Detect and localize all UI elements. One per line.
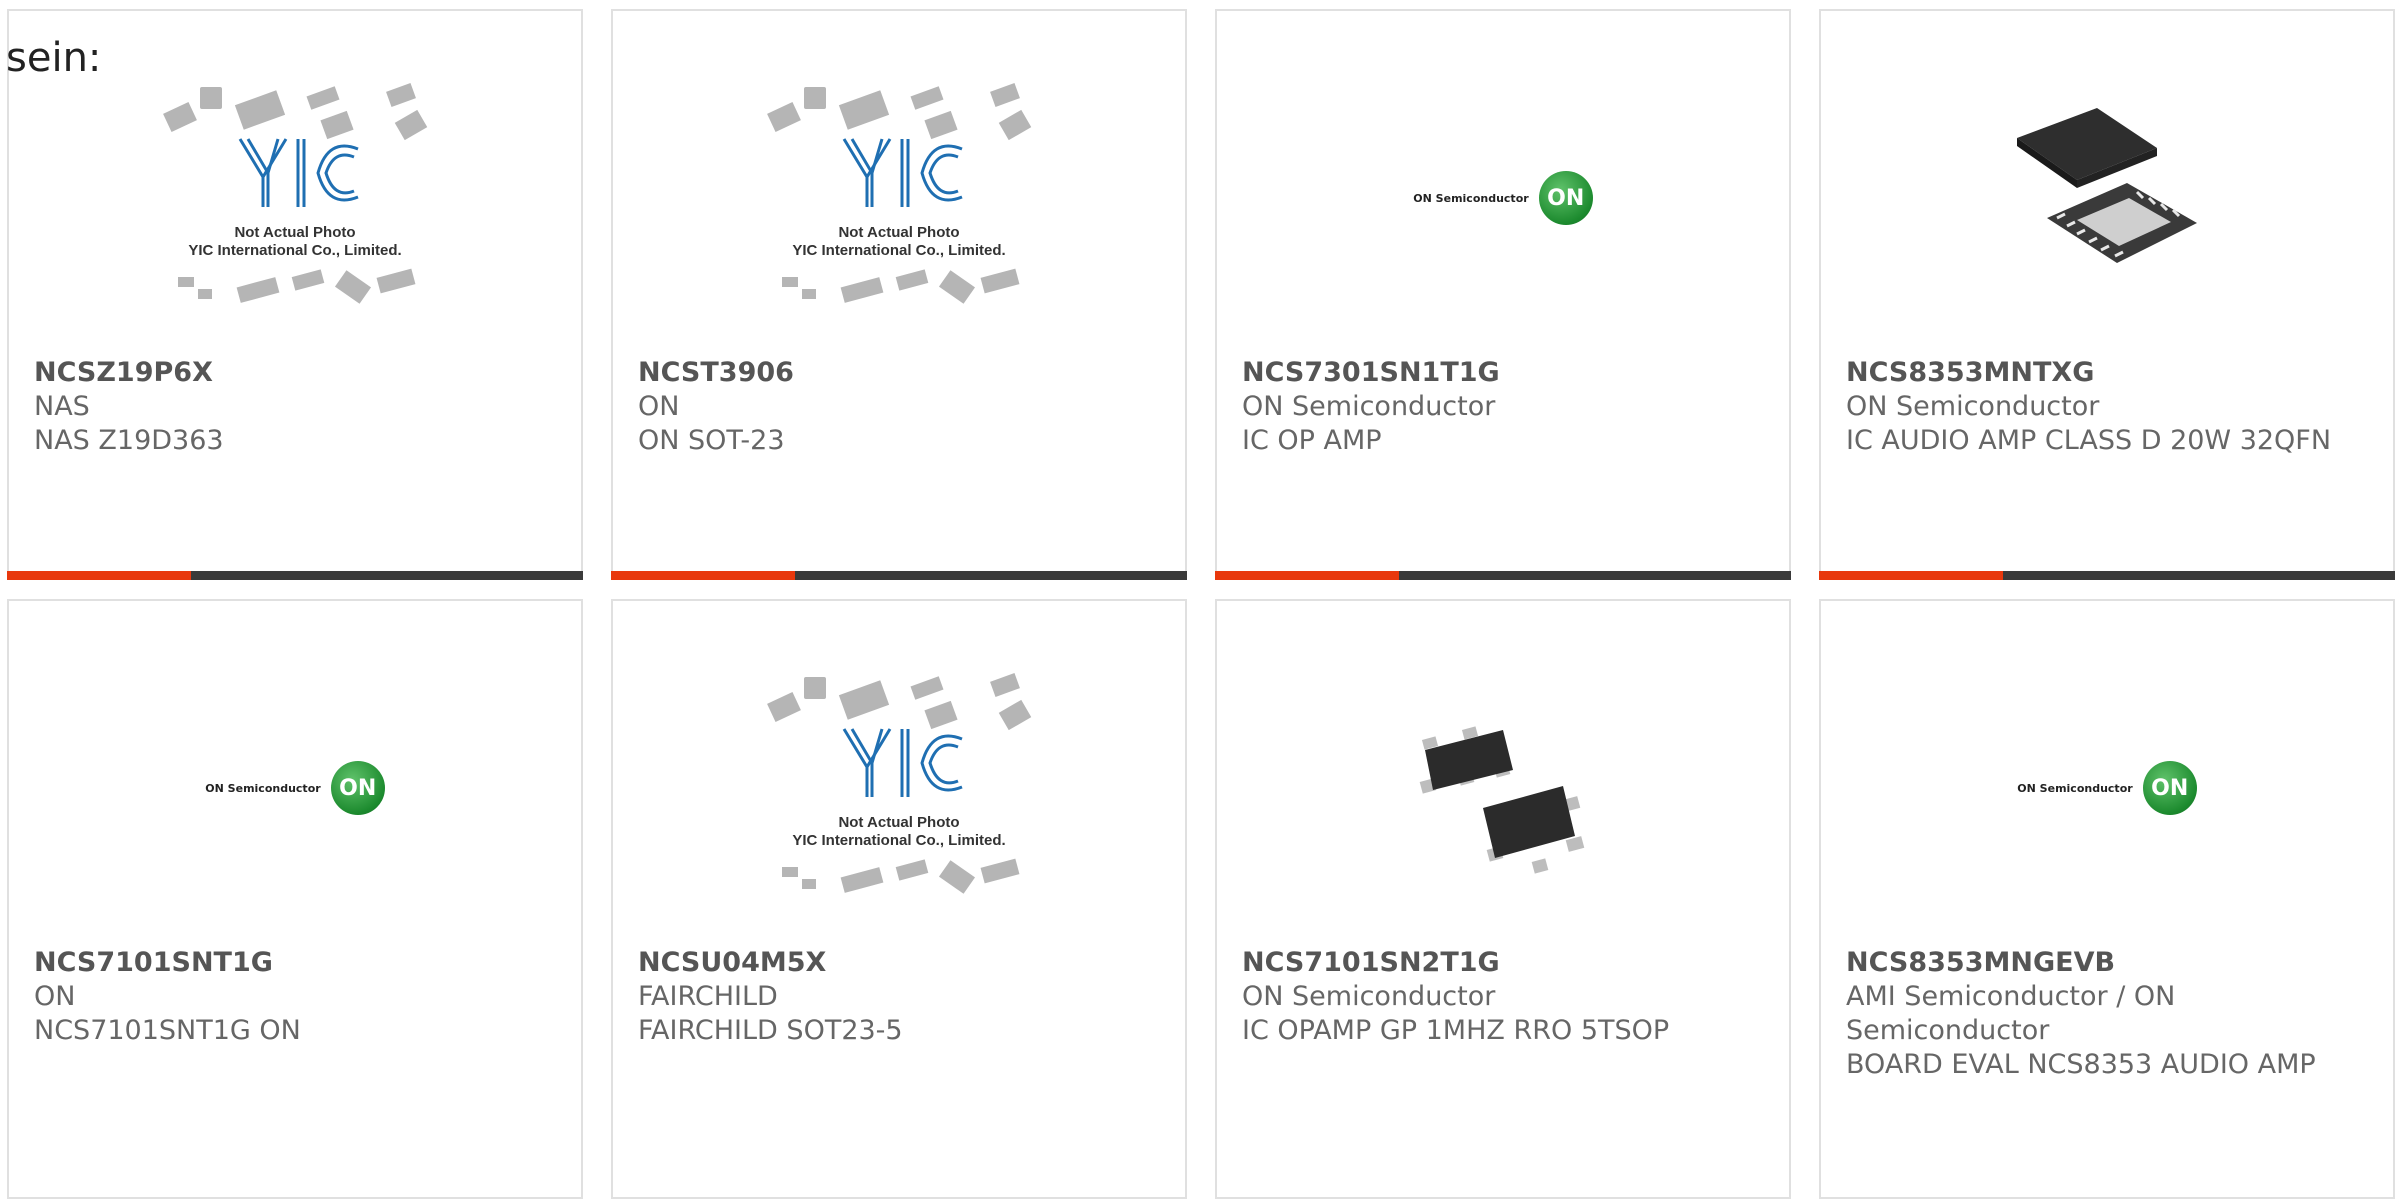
manufacturer: ON Semiconductor <box>1242 981 1496 1012</box>
description: IC AUDIO AMP CLASS D 20W 32QFN <box>1846 425 2332 456</box>
part-number[interactable]: NCS8353MNGEVB <box>1846 946 2363 980</box>
description: IC OP AMP <box>1242 425 1382 456</box>
product-card[interactable]: Not Actual Photo YIC International Co., … <box>611 9 1187 580</box>
product-thumbnail[interactable]: ON Semiconductor ON <box>1821 643 2393 933</box>
product-card[interactable]: NCS7101SN2T1G ON Semiconductor IC OPAMP … <box>1215 599 1791 1199</box>
part-number[interactable]: NCSZ19P6X <box>34 356 551 390</box>
product-card[interactable]: ON Semiconductor ON NCS7101SNT1G ON NCS7… <box>7 599 583 1199</box>
lead-text: sein: <box>6 35 102 81</box>
product-card[interactable]: Not Actual Photo YIC International Co., … <box>7 9 583 580</box>
manufacturer: FAIRCHILD <box>638 981 778 1012</box>
description: BOARD EVAL NCS8353 AUDIO AMP <box>1846 1049 2316 1080</box>
svg-text:Not Actual Photo: Not Actual Photo <box>234 224 355 241</box>
manufacturer: AMI Semiconductor / ON Semiconductor <box>1846 981 2176 1046</box>
svg-text:YIC International Co., Limited: YIC International Co., Limited. <box>792 832 1005 849</box>
part-number[interactable]: NCS7101SN2T1G <box>1242 946 1759 980</box>
product-card[interactable]: Not Actual Photo YIC International Co., … <box>611 599 1187 1199</box>
product-thumbnail[interactable]: ON Semiconductor ON <box>1217 53 1789 343</box>
manufacturer: ON <box>34 981 76 1012</box>
part-number[interactable]: NCS7101SNT1G <box>34 946 551 980</box>
part-number[interactable]: NCSU04M5X <box>638 946 1155 980</box>
part-number[interactable]: NCS7301SN1T1G <box>1242 356 1759 390</box>
product-info: NCS7301SN1T1G ON Semiconductor IC OP AMP <box>1242 356 1759 458</box>
card-accent-bar <box>1819 571 2395 580</box>
on-semiconductor-logo: ON Semiconductor ON <box>205 761 385 815</box>
description: NCS7101SNT1G ON <box>34 1015 301 1046</box>
product-info: NCSZ19P6X NAS NAS Z19D363 <box>34 356 551 458</box>
product-card[interactable]: NCS8353MNTXG ON Semiconductor IC AUDIO A… <box>1819 9 2395 580</box>
part-number[interactable]: NCS8353MNTXG <box>1846 356 2363 390</box>
card-accent-bar <box>1215 571 1791 580</box>
product-thumbnail[interactable] <box>1821 53 2393 343</box>
product-card[interactable]: ON Semiconductor ON NCS8353MNGEVB AMI Se… <box>1819 599 2395 1199</box>
svg-text:Not Actual Photo: Not Actual Photo <box>838 814 959 831</box>
product-thumbnail[interactable]: Not Actual Photo YIC International Co., … <box>613 643 1185 933</box>
part-number[interactable]: NCST3906 <box>638 356 1155 390</box>
product-thumbnail[interactable]: Not Actual Photo YIC International Co., … <box>613 53 1185 343</box>
product-info: NCS7101SNT1G ON NCS7101SNT1G ON <box>34 946 551 1048</box>
manufacturer: ON Semiconductor <box>1846 391 2100 422</box>
description: ON SOT-23 <box>638 425 785 456</box>
svg-text:Not Actual Photo: Not Actual Photo <box>838 224 959 241</box>
description: IC OPAMP GP 1MHZ RRO 5TSOP <box>1242 1015 1670 1046</box>
on-semiconductor-logo: ON Semiconductor ON <box>2017 761 2197 815</box>
card-accent-bar <box>7 571 583 580</box>
product-thumbnail[interactable] <box>1217 643 1789 933</box>
manufacturer: NAS <box>34 391 90 422</box>
qfn-chip-photo <box>2017 108 2197 263</box>
product-info: NCS8353MNTXG ON Semiconductor IC AUDIO A… <box>1846 356 2363 458</box>
tsop-chip-photo <box>1419 726 1585 874</box>
yic-placeholder-image: Not Actual Photo YIC International Co., … <box>767 83 1032 304</box>
yic-placeholder-image: Not Actual Photo YIC International Co., … <box>163 83 428 304</box>
product-info: NCS7101SN2T1G ON Semiconductor IC OPAMP … <box>1242 946 1759 1048</box>
product-info: NCS8353MNGEVB AMI Semiconductor / ON Sem… <box>1846 946 2363 1082</box>
product-card[interactable]: ON Semiconductor ON NCS7301SN1T1G ON Sem… <box>1215 9 1791 580</box>
manufacturer: ON Semiconductor <box>1242 391 1496 422</box>
svg-text:YIC International Co., Limited: YIC International Co., Limited. <box>792 242 1005 259</box>
card-accent-bar <box>611 571 1187 580</box>
product-info: NCST3906 ON ON SOT-23 <box>638 356 1155 458</box>
description: FAIRCHILD SOT23-5 <box>638 1015 903 1046</box>
product-thumbnail[interactable]: Not Actual Photo YIC International Co., … <box>9 53 581 343</box>
on-semiconductor-logo: ON Semiconductor ON <box>1413 171 1593 225</box>
svg-text:YIC International Co., Limited: YIC International Co., Limited. <box>188 242 401 259</box>
product-thumbnail[interactable]: ON Semiconductor ON <box>9 643 581 933</box>
product-info: NCSU04M5X FAIRCHILD FAIRCHILD SOT23-5 <box>638 946 1155 1048</box>
manufacturer: ON <box>638 391 680 422</box>
yic-placeholder-image: Not Actual Photo YIC International Co., … <box>767 673 1032 894</box>
description: NAS Z19D363 <box>34 425 224 456</box>
